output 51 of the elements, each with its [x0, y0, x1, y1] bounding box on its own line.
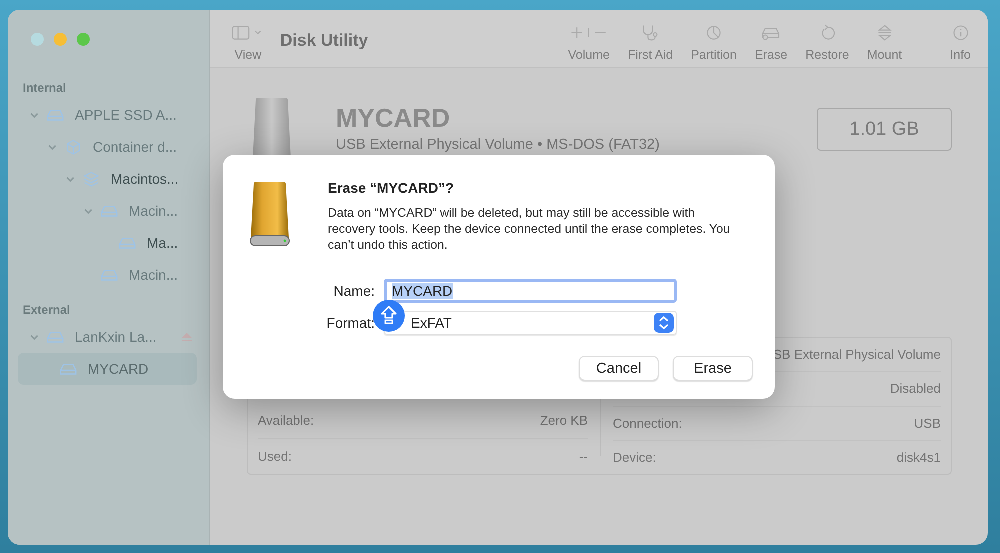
info-value: USB	[914, 416, 941, 431]
sidebar-item[interactable]: Ma...	[23, 227, 197, 259]
external-drive-icon	[250, 182, 290, 248]
info-value: Disabled	[890, 381, 941, 396]
toolbar-button[interactable]: First Aid	[618, 24, 682, 62]
sidebar-item[interactable]: MYCARD	[18, 353, 197, 385]
device-description: USB External Physical Volume • MS-DOS (FAT32)	[336, 137, 660, 153]
toolbar-button[interactable]: Erase	[746, 24, 797, 62]
sidebar-item[interactable]: Macintos...	[23, 163, 197, 195]
sidebar-item[interactable]: Macin...	[23, 259, 197, 291]
info-value: --	[579, 449, 588, 464]
toolbar-button[interactable]: Mount	[858, 24, 912, 62]
capacity-box: 1.01 GB	[817, 108, 952, 151]
cube-icon	[64, 138, 83, 156]
info-label: Available:	[258, 413, 314, 428]
info-icon	[952, 24, 970, 42]
field-label: Name:	[332, 283, 375, 299]
info-value: SB External Physical Volume	[773, 347, 941, 362]
sidebar-item[interactable]: Container d...	[23, 131, 197, 163]
section-heading: External	[23, 303, 72, 319]
mount-icon	[876, 24, 894, 42]
stepper-icon	[654, 313, 674, 333]
layers-icon	[82, 170, 101, 188]
sidebar-item[interactable]: APPLE SSD A...	[23, 99, 197, 131]
toolbar-button[interactable]: Restore	[796, 24, 858, 62]
dialog-title: Erase “MYCARD”?	[328, 180, 456, 196]
info-label: Device:	[613, 450, 656, 465]
field-label: Format:	[326, 315, 375, 331]
name-field[interactable]: MYCARD	[384, 279, 677, 303]
info-value: Zero KB	[540, 413, 588, 428]
dialog-message: Data on “MYCARD” will be deleted, but may still be accessible with recovery tools. Keep the device connected until the erase completes. You can’t undo this action.	[328, 205, 732, 253]
window-control-button[interactable]	[54, 33, 67, 46]
device-name: MYCARD	[336, 103, 452, 134]
toolbar-button[interactable]: Info	[941, 24, 980, 62]
sidebar-item[interactable]: LanKxin La...	[23, 321, 197, 353]
info-label: Used:	[258, 449, 292, 464]
toolbar-button[interactable]: Partition	[682, 24, 746, 62]
section-heading: Internal	[23, 81, 68, 97]
dialog-button[interactable]: Erase	[673, 356, 753, 381]
window-control-button[interactable]	[77, 33, 90, 46]
dialog-button[interactable]: Cancel	[579, 356, 659, 381]
window-title: Disk Utility	[280, 31, 368, 51]
sidebar-item[interactable]: Macin...	[23, 195, 197, 227]
pie-chart-icon	[705, 24, 724, 42]
toolbar-label: View	[234, 48, 262, 62]
stethoscope-icon	[640, 24, 660, 42]
window-control-button[interactable]	[31, 33, 44, 46]
info-label: Connection:	[613, 416, 682, 431]
format-dropdown[interactable]: ExFAT	[384, 311, 677, 335]
toolbar-button[interactable]: Volume	[559, 24, 619, 62]
info-value: disk4s1	[896, 450, 941, 465]
